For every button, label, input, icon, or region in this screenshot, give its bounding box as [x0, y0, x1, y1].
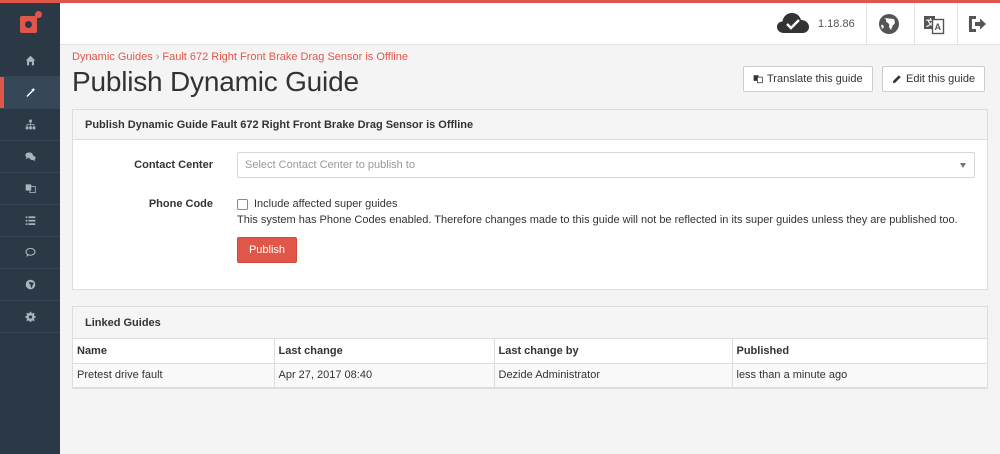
page-title: Publish Dynamic Guide — [72, 66, 359, 97]
breadcrumb: Dynamic Guides › Fault 672 Right Front Bra… — [72, 51, 408, 63]
column-header-name[interactable]: Name — [73, 339, 275, 364]
globe-icon — [25, 279, 35, 290]
top-accent-bar — [0, 0, 1000, 3]
translate-guide-label: Translate this guide — [767, 73, 863, 85]
sidebar-nav — [0, 45, 60, 333]
sidebar-item-feedback[interactable] — [0, 237, 60, 269]
sidebar-item-conversations[interactable] — [0, 141, 60, 173]
sidebar-item-languages[interactable] — [0, 269, 60, 301]
sign-out-icon[interactable] — [966, 13, 988, 35]
publish-button[interactable]: Publish — [237, 237, 297, 263]
column-header-published[interactable]: Published — [732, 339, 987, 364]
column-header-last-change-by[interactable]: Last change by — [494, 339, 733, 364]
include-super-guides-checkbox[interactable] — [237, 199, 248, 210]
sidebar-item-translations[interactable] — [0, 173, 60, 205]
phone-code-label: Phone Code — [148, 198, 213, 210]
publish-panel: Publish Dynamic Guide Fault 672 Right Fr… — [72, 109, 988, 290]
translate-icon — [25, 184, 36, 194]
gear-icon — [24, 311, 36, 322]
contact-center-select[interactable]: Select Contact Center to publish to — [237, 152, 975, 178]
pencil-icon — [892, 75, 901, 84]
table-header-row: Name Last change Last change by Publishe… — [73, 339, 987, 364]
comments-icon — [24, 152, 36, 161]
linked-guides-heading: Linked Guides — [73, 307, 987, 339]
breadcrumb-separator: › — [155, 51, 160, 63]
sidebar-item-structure[interactable] — [0, 109, 60, 141]
magic-wand-icon — [25, 87, 35, 97]
home-icon — [25, 55, 35, 66]
logo-icon — [18, 11, 42, 35]
cell-last-change-by: Dezide Administrator — [494, 363, 733, 388]
translate-icon — [753, 75, 763, 84]
sidebar — [0, 0, 60, 454]
globe-icon[interactable] — [878, 13, 900, 35]
main-content: Dynamic Guides › Fault 672 Right Front Bra… — [60, 46, 1000, 454]
edit-guide-label: Edit this guide — [906, 73, 976, 85]
edit-guide-button[interactable]: Edit this guide — [882, 66, 986, 92]
caret-down-icon — [960, 163, 966, 168]
include-super-guides-label[interactable]: Include affected super guides — [254, 198, 398, 210]
translate-guide-button[interactable]: Translate this guide — [743, 66, 873, 92]
topbar-divider — [866, 3, 867, 45]
cell-last-change: Apr 27, 2017 08:40 — [274, 363, 495, 388]
contact-center-label: Contact Center — [134, 159, 213, 171]
linked-guides-table: Name Last change Last change by Publishe… — [73, 339, 987, 388]
sidebar-item-guide-builder[interactable] — [0, 77, 60, 109]
sidebar-item-home[interactable] — [0, 45, 60, 77]
comment-icon — [24, 247, 36, 257]
list-icon — [25, 216, 35, 225]
breadcrumb-link-current-guide[interactable]: Fault 672 Right Front Brake Drag Sensor … — [162, 51, 408, 63]
cell-published: less than a minute ago — [732, 363, 987, 388]
svg-text:A: A — [935, 22, 942, 32]
breadcrumb-link-dynamic-guides[interactable]: Dynamic Guides — [72, 51, 153, 63]
publish-panel-heading: Publish Dynamic Guide Fault 672 Right Fr… — [73, 110, 987, 140]
app-version: 1.18.86 — [818, 18, 855, 30]
translate-icon[interactable]: 文 A — [923, 13, 945, 35]
column-header-last-change[interactable]: Last change — [274, 339, 495, 364]
sitemap-icon — [25, 119, 35, 130]
topbar-divider — [914, 3, 915, 45]
linked-guides-panel: Linked Guides Name Last change Last chan… — [72, 306, 988, 389]
app-logo[interactable] — [0, 3, 60, 43]
top-bar: 1.18.86 文 A — [60, 3, 1000, 45]
topbar-divider — [957, 3, 958, 45]
table-row[interactable]: Pretest drive fault Apr 27, 2017 08:40 D… — [73, 363, 987, 388]
cell-name: Pretest drive fault — [73, 363, 275, 388]
sidebar-item-settings[interactable] — [0, 301, 60, 333]
cloud-check-icon — [777, 13, 809, 33]
phone-code-help-text: This system has Phone Codes enabled. The… — [237, 214, 958, 226]
contact-center-placeholder: Select Contact Center to publish to — [245, 159, 415, 171]
sidebar-item-list[interactable] — [0, 205, 60, 237]
